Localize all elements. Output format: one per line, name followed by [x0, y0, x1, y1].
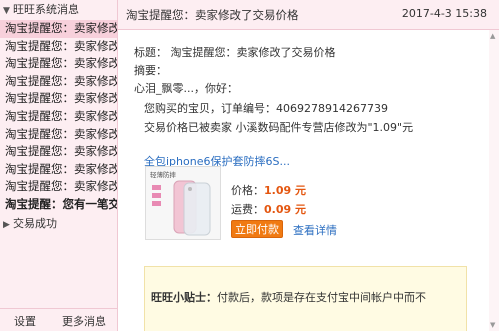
list-item[interactable]: 淘宝提醒您：卖家修改了交易价格: [0, 161, 117, 179]
settings-button[interactable]: 设置: [14, 313, 36, 329]
group-system-messages[interactable]: ▼ 旺旺系统消息: [0, 0, 117, 20]
tips-text: 付款后，款项是存在支付宝中间帐户中而不: [217, 291, 426, 304]
summary-label: 摘要：: [134, 64, 167, 77]
shipping-row: 运费：0.09 元: [231, 201, 306, 217]
list-item[interactable]: 淘宝提醒您：卖家修改了交易价格: [0, 20, 117, 38]
message-header: 淘宝提醒您：卖家修改了交易价格 2017-4-3 15:38: [118, 0, 499, 30]
phone-case-image: 轻薄防摔: [146, 167, 220, 239]
list-item[interactable]: 淘宝提醒您：卖家修改了交易价格: [0, 178, 117, 196]
shipping-label: 运费：: [231, 203, 264, 216]
message-sidebar: ▼旺旺系统消息 淘宝提醒您：卖家修改了交易价格 淘宝提醒您：卖家修改了交易价格 …: [0, 0, 118, 331]
pay-now-button[interactable]: 立即付款: [231, 220, 283, 238]
list-item[interactable]: 淘宝提醒您：卖家修改了交易价格: [0, 73, 117, 91]
price-row: 价格：1.09 元: [231, 182, 306, 198]
tips-row: 旺旺小贴士：付款后，款项是存在支付宝中间帐户中而不: [151, 289, 426, 305]
price-label: 价格：: [231, 184, 264, 197]
greeting: 心泪_飘零...，你好：: [134, 82, 238, 95]
group-trade-success[interactable]: ▶ 交易成功: [0, 214, 117, 234]
list-item[interactable]: 淘宝提醒您：卖家修改了交易价格: [0, 108, 117, 126]
sidebar-footer: 设置 更多消息: [0, 308, 117, 331]
tips-label: 旺旺小贴士：: [151, 291, 217, 304]
scroll-up-icon[interactable]: ▲: [490, 32, 495, 40]
more-messages-button[interactable]: 更多消息: [62, 313, 106, 329]
subject-line: 标题： 淘宝提醒您：卖家修改了交易价格: [134, 46, 336, 59]
list-item[interactable]: 淘宝提醒您：卖家修改了交易价格: [0, 90, 117, 108]
expand-right-icon: ▶: [3, 219, 10, 230]
body-line-price: 交易价格已被卖家 小溪数码配件专营店修改为"1.09"元: [144, 121, 414, 134]
tips-box: 旺旺小贴士：付款后，款项是存在支付宝中间帐户中而不: [144, 266, 467, 331]
vertical-scrollbar[interactable]: ▲ ▼: [489, 30, 499, 331]
list-item[interactable]: 淘宝提醒：您有一笔交易: [0, 196, 117, 214]
list-item[interactable]: 淘宝提醒您：卖家修改了交易价格: [0, 38, 117, 56]
shipping-value: 0.09 元: [264, 203, 306, 216]
message-list: 淘宝提醒您：卖家修改了交易价格 淘宝提醒您：卖家修改了交易价格 淘宝提醒您：卖家…: [0, 20, 117, 214]
group-title: 旺旺系统消息: [13, 3, 79, 16]
price-value: 1.09 元: [264, 184, 306, 197]
product-thumbnail[interactable]: 轻薄防摔: [145, 166, 221, 240]
header-date: 2017-4-3 15:38: [401, 7, 487, 20]
list-item[interactable]: 淘宝提醒您：卖家修改了交易价格: [0, 143, 117, 161]
scroll-down-icon[interactable]: ▼: [490, 321, 495, 329]
body-line-order: 您购买的宝贝，订单编号：4069278914267739: [144, 102, 388, 115]
list-item[interactable]: 淘宝提醒您：卖家修改了交易价格: [0, 55, 117, 73]
header-title: 淘宝提醒您：卖家修改了交易价格: [126, 8, 299, 22]
thumb-caption: 轻薄防摔: [150, 170, 177, 179]
list-item[interactable]: 淘宝提醒您：卖家修改了交易价格: [0, 126, 117, 144]
group-title: 交易成功: [13, 216, 57, 230]
message-body: 标题： 淘宝提醒您：卖家修改了交易价格 摘要： 心泪_飘零...，你好： 您购买…: [118, 30, 499, 331]
view-details-link[interactable]: 查看详情: [293, 222, 337, 238]
expand-down-icon: ▼: [3, 6, 10, 16]
